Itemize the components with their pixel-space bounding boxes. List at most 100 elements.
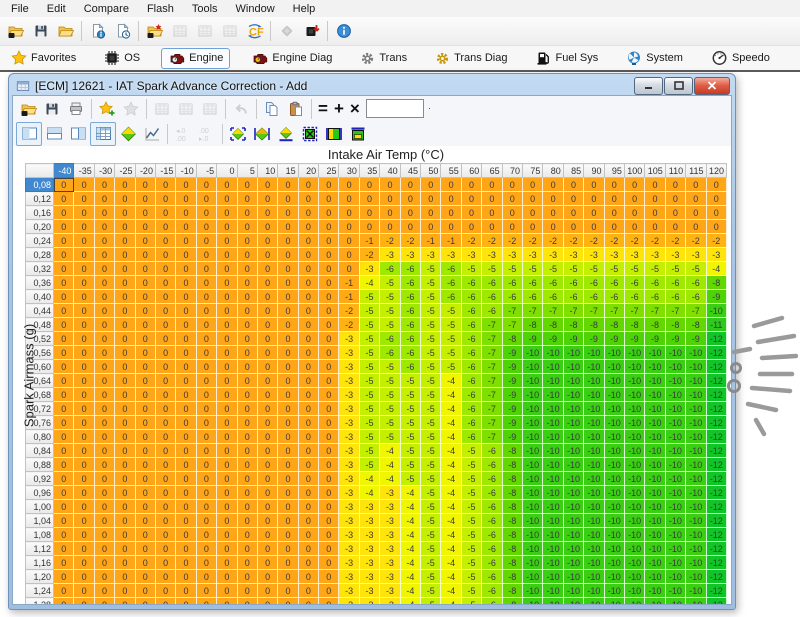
grid-cell[interactable]: 0	[155, 556, 175, 570]
col-header[interactable]: 25	[319, 164, 339, 178]
grid-cell[interactable]: -6	[482, 444, 502, 458]
grid-cell[interactable]: -6	[482, 570, 502, 584]
grid-cell[interactable]: 0	[196, 556, 216, 570]
grid-cell[interactable]: 0	[54, 346, 74, 360]
grid-cell[interactable]: -6	[584, 290, 604, 304]
minimize-button[interactable]	[634, 77, 663, 95]
grid-cell[interactable]: -7	[584, 304, 604, 318]
grid-cell[interactable]: -10	[543, 528, 563, 542]
grid-cell[interactable]: 0	[176, 374, 196, 388]
grid-cell[interactable]: -12	[706, 514, 727, 528]
pane-hsplit-icon[interactable]	[42, 123, 66, 145]
grid-cell[interactable]: 0	[54, 514, 74, 528]
grid-cell[interactable]: -3	[339, 486, 359, 500]
grid-cell[interactable]: -3	[380, 598, 400, 606]
grid-cell[interactable]: -6	[482, 472, 502, 486]
grid-cell[interactable]: -6	[604, 276, 624, 290]
grid-cell[interactable]: -3	[380, 500, 400, 514]
grid-cell[interactable]: 0	[74, 472, 94, 486]
grid-cell[interactable]: -6	[461, 304, 481, 318]
grid-cell[interactable]: -10	[686, 416, 706, 430]
grid-cell[interactable]: -5	[461, 514, 481, 528]
grid-cell[interactable]: -6	[645, 276, 665, 290]
grid-cell[interactable]: 0	[706, 178, 727, 192]
grid-cell[interactable]: 0	[54, 542, 74, 556]
grid-cell[interactable]: -9	[502, 374, 522, 388]
grid-cell[interactable]: -10	[584, 528, 604, 542]
col-header[interactable]: -30	[94, 164, 114, 178]
grid-cell[interactable]: 0	[94, 206, 114, 220]
grid-cell[interactable]: -10	[686, 346, 706, 360]
grid-cell[interactable]: -5	[380, 318, 400, 332]
grid-cell[interactable]: 0	[257, 318, 277, 332]
grid-cell[interactable]: -6	[624, 290, 644, 304]
grid-cell[interactable]: -8	[686, 318, 706, 332]
grid-cell[interactable]: 0	[196, 528, 216, 542]
grid-cell[interactable]: 0	[339, 234, 359, 248]
tab-engine[interactable]: Engine	[161, 48, 230, 69]
grid-cell[interactable]: -5	[400, 374, 420, 388]
col-header[interactable]: -5	[196, 164, 216, 178]
grid-cell[interactable]: -3	[359, 514, 379, 528]
grid-cell[interactable]: 0	[278, 192, 298, 206]
grid-cell[interactable]: -5	[380, 374, 400, 388]
grid-cell[interactable]: 0	[135, 556, 155, 570]
grid-cell[interactable]: -5	[604, 262, 624, 276]
grid-cell[interactable]: -7	[665, 304, 685, 318]
grid-cell[interactable]: -3	[441, 248, 461, 262]
grid-cell[interactable]: -10	[624, 584, 644, 598]
grid-cell[interactable]: -10	[624, 556, 644, 570]
grid-cell[interactable]: -5	[421, 486, 441, 500]
grid-cell[interactable]: 0	[237, 332, 257, 346]
grid-cell[interactable]: -10	[584, 486, 604, 500]
grid-cell[interactable]: -10	[604, 458, 624, 472]
grid-cell[interactable]: 0	[298, 598, 318, 606]
grid-cell[interactable]: 0	[319, 248, 339, 262]
grid-cell[interactable]: -5	[461, 598, 481, 606]
grid-cell[interactable]: 0	[257, 346, 277, 360]
grid-cell[interactable]: 0	[54, 584, 74, 598]
grid-cell[interactable]: 0	[298, 304, 318, 318]
save-icon[interactable]	[28, 19, 53, 43]
grid-cell[interactable]: -2	[686, 234, 706, 248]
grid-cell[interactable]: -9	[522, 332, 542, 346]
grid-cell[interactable]: 0	[400, 206, 420, 220]
grid-cell[interactable]: 0	[645, 192, 665, 206]
col-header[interactable]: 95	[604, 164, 624, 178]
grid-cell[interactable]: 0	[278, 598, 298, 606]
grid-cell[interactable]: -5	[359, 402, 379, 416]
grid-cell[interactable]: -5	[461, 262, 481, 276]
grid-cell[interactable]: 0	[196, 290, 216, 304]
grid-cell[interactable]: 0	[298, 220, 318, 234]
menu-file[interactable]: File	[2, 1, 38, 17]
grid-cell[interactable]: 0	[217, 584, 237, 598]
grid-cell[interactable]: 0	[94, 234, 114, 248]
grid-cell[interactable]: -6	[441, 262, 461, 276]
grid-cell[interactable]: 0	[237, 444, 257, 458]
grid-cell[interactable]: 0	[257, 248, 277, 262]
grid-cell[interactable]: -10	[543, 360, 563, 374]
grid-cell[interactable]: -10	[543, 486, 563, 500]
grid-cell[interactable]: -4	[441, 388, 461, 402]
grid-cell[interactable]: 0	[339, 178, 359, 192]
grid-cell[interactable]: 0	[237, 556, 257, 570]
grid-cell[interactable]: 0	[278, 514, 298, 528]
grid-cell[interactable]: 0	[176, 276, 196, 290]
grid-cell[interactable]: -4	[400, 570, 420, 584]
grid-cell[interactable]: 0	[359, 206, 379, 220]
grid-cell[interactable]: 0	[196, 472, 216, 486]
grid-cell[interactable]: -10	[665, 374, 685, 388]
grid-cell[interactable]: -10	[645, 416, 665, 430]
grid-cell[interactable]: -5	[400, 402, 420, 416]
grid-cell[interactable]: 0	[237, 430, 257, 444]
grid-cell[interactable]: 0	[94, 570, 114, 584]
grid-cell[interactable]: 0	[54, 290, 74, 304]
grid-cell[interactable]: -5	[380, 388, 400, 402]
grid-cell[interactable]: 0	[155, 430, 175, 444]
grid-cell[interactable]: 0	[94, 346, 114, 360]
grid-cell[interactable]: -8	[522, 318, 542, 332]
grid-cell[interactable]: 0	[522, 206, 542, 220]
grid-cell[interactable]: -3	[624, 248, 644, 262]
grid-cell[interactable]: 0	[563, 206, 583, 220]
col-header[interactable]: 65	[482, 164, 502, 178]
